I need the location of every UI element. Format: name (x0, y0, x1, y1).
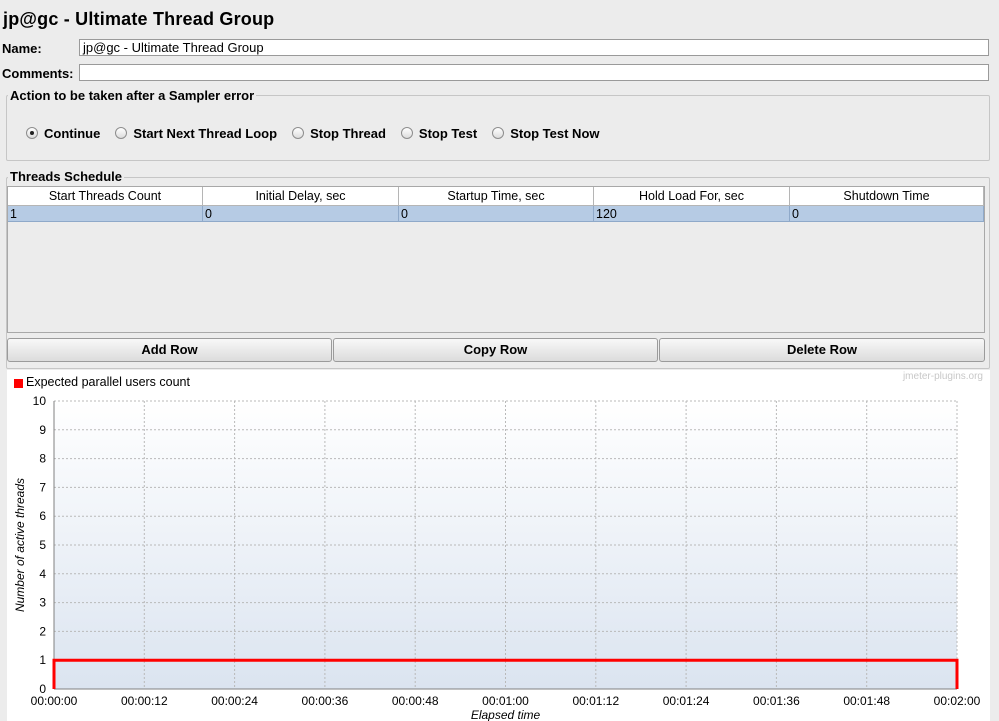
y-tick-label: 7 (39, 480, 46, 494)
radio-checked-icon (26, 127, 38, 139)
x-tick-label: 00:00:00 (31, 694, 78, 708)
column-header[interactable]: Hold Load For, sec (594, 187, 790, 206)
table-cell[interactable]: 1 (8, 206, 203, 222)
name-field[interactable]: jp@gc - Ultimate Thread Group (79, 39, 989, 56)
radio-stop-test-now[interactable]: Stop Test Now (492, 125, 600, 141)
radio-unchecked-icon (400, 127, 413, 139)
y-tick-label: 1 (39, 653, 46, 667)
radio-unchecked-icon (292, 127, 305, 139)
column-header[interactable]: Startup Time, sec (399, 187, 594, 206)
column-header[interactable]: Initial Delay, sec (203, 187, 399, 206)
radio-label: Stop Test Now (510, 125, 600, 141)
y-axis-label: Number of active threads (13, 478, 27, 612)
radio-label: Start Next Thread Loop (133, 125, 278, 141)
column-header[interactable]: Start Threads Count (8, 187, 203, 206)
comments-label: Comments: (2, 66, 74, 81)
sampler-error-legend: Action to be taken after a Sampler error (8, 88, 257, 103)
x-tick-label: 00:00:24 (211, 694, 258, 708)
radio-stop-thread[interactable]: Stop Thread (292, 126, 386, 141)
radio-label: Continue (44, 125, 101, 141)
x-axis-label: Elapsed time (471, 708, 541, 721)
column-header[interactable]: Shutdown Time (790, 187, 984, 206)
x-tick-label: 00:01:12 (572, 694, 619, 708)
y-tick-label: 10 (33, 394, 47, 408)
table-cell[interactable]: 0 (399, 206, 594, 222)
name-label: Name: (2, 41, 42, 56)
x-tick-label: 00:01:00 (482, 694, 529, 708)
y-tick-label: 5 (39, 538, 46, 552)
table-header: Start Threads Count Initial Delay, sec S… (8, 187, 984, 206)
radio-label: Stop Test (418, 125, 478, 141)
line-chart: 01234567891000:00:00 00:00:12 00:00:24 00:0… (13, 394, 981, 721)
threads-schedule-legend: Threads Schedule (8, 169, 124, 184)
y-tick-label: 2 (39, 624, 46, 638)
x-tick-label: 00:01:36 (753, 694, 800, 708)
radio-label: Stop Thread (310, 125, 386, 141)
chart-panel: Expected parallel users count jmeter-plu… (7, 370, 990, 721)
y-tick-label: 9 (39, 423, 46, 437)
y-tick-label: 4 (39, 567, 46, 581)
table-cell[interactable]: 0 (790, 206, 984, 222)
window-title: jp@gc - Ultimate Thread Group (3, 9, 275, 29)
x-tick-label: 00:00:12 (121, 694, 168, 708)
radio-continue[interactable]: Continue (26, 126, 100, 141)
x-tick-label: 00:02:00 (934, 694, 981, 708)
table-row[interactable]: 1 0 0 120 0 (8, 206, 984, 222)
x-tick-label: 00:01:24 (663, 694, 710, 708)
radio-start-next-thread-loop[interactable]: Start Next Thread Loop (115, 126, 277, 141)
x-tick-label: 00:00:48 (392, 694, 439, 708)
table-cell[interactable]: 120 (594, 206, 790, 222)
x-tick-label: 00:01:48 (843, 694, 890, 708)
table-cell[interactable]: 0 (203, 206, 399, 222)
y-tick-label: 3 (39, 596, 46, 610)
x-tick-label: 00:00:36 (302, 694, 349, 708)
radio-unchecked-icon (115, 127, 128, 139)
y-tick-label: 6 (39, 509, 46, 523)
copy-row-button[interactable]: Copy Row (333, 338, 658, 362)
comments-field[interactable] (79, 64, 989, 81)
delete-row-button[interactable]: Delete Row (659, 338, 985, 362)
add-row-button[interactable]: Add Row (7, 338, 332, 362)
y-tick-label: 8 (39, 452, 46, 466)
sampler-error-options: Continue Start Next Thread Loop Stop Thr… (26, 124, 615, 142)
radio-stop-test[interactable]: Stop Test (400, 125, 478, 141)
threads-schedule-table: Start Threads Count Initial Delay, sec S… (7, 186, 985, 333)
radio-unchecked-icon (492, 127, 505, 139)
